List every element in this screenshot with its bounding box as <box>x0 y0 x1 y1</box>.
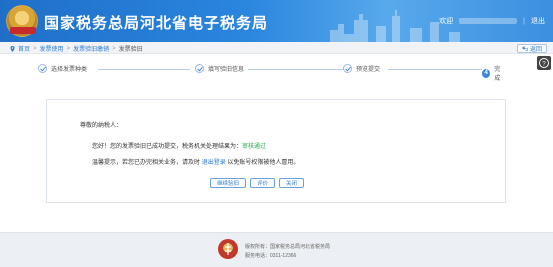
help-sidebar-button[interactable]: ? <box>537 56 551 70</box>
check-icon <box>38 64 47 73</box>
progress-steps: 选择发票种类 填写验旧信息 预览提交 4 完成 <box>38 64 508 82</box>
breadcrumb-current: 发票验旧 <box>118 47 143 53</box>
site-title: 国家税务总局河北省电子税务局 <box>44 14 269 32</box>
close-button[interactable]: 关闭 <box>279 178 305 188</box>
svg-text:?: ? <box>542 61 546 67</box>
result-card: 尊敬的纳税人： 您好！您的发票验旧已成功提交，税务机关处理结果为：审核通过 温馨… <box>46 99 506 203</box>
step-label: 选择发票种类 <box>51 67 88 73</box>
user-name-redacted <box>459 18 518 24</box>
step-connector <box>248 69 344 70</box>
reminder-suffix: 以免账号权限被他人冒用。 <box>227 160 300 166</box>
breadcrumb: 首页 > 发票使用 > 发票验旧缴销 > 发票验旧 <box>10 44 143 53</box>
continue-verify-button[interactable]: 继续验旧 <box>210 178 247 188</box>
footer-hotline: 服务电话：0311-12366 <box>245 253 297 259</box>
rate-button[interactable]: 评价 <box>250 178 276 188</box>
step-connector <box>388 69 484 70</box>
step-fill-info: 填写验旧信息 <box>195 64 248 73</box>
welcome-text: 欢迎 <box>439 18 454 25</box>
action-buttons: 继续验旧 评价 关闭 <box>210 178 305 188</box>
step-label: 填写验旧信息 <box>208 67 245 73</box>
back-arrow-icon <box>521 46 528 51</box>
breadcrumb-bar: 首页 > 发票使用 > 发票验旧缴销 > 发票验旧 返回 <box>0 42 553 54</box>
breadcrumb-invoice-verify-cancel[interactable]: 发票验旧缴销 <box>73 44 109 53</box>
step-label: 预览提交 <box>356 67 381 73</box>
step-select-invoice: 选择发票种类 <box>38 64 91 73</box>
step-number: 4 <box>482 68 491 78</box>
exit-login-link[interactable]: 退出登录 <box>202 160 226 166</box>
back-button[interactable]: 返回 <box>516 44 547 53</box>
divider: | <box>523 17 525 25</box>
footer-copyright: 版权所有：国家税务总局河北省税务局 <box>245 244 331 250</box>
status-badge: 审核通过 <box>242 144 267 150</box>
emblem-mark-icon <box>225 243 231 255</box>
step-complete: 4 完成 <box>482 64 508 82</box>
submit-result-message: 您好！您的发票验旧已成功提交，税务机关处理结果为：审核通过 <box>92 141 266 150</box>
result-message-text: 您好！您的发票验旧已成功提交，税务机关处理结果为： <box>92 144 243 150</box>
site-header: 国家税务总局河北省电子税务局 欢迎 | 退出 <box>0 0 553 42</box>
tax-emblem-footer-logo <box>218 239 238 259</box>
check-icon <box>195 64 204 73</box>
tax-emblem-logo[interactable] <box>6 5 38 37</box>
breadcrumb-home[interactable]: 首页 <box>18 44 30 53</box>
location-pin-icon <box>10 45 15 52</box>
step-connector <box>98 69 190 70</box>
back-label: 返回 <box>529 47 542 53</box>
breadcrumb-invoice-use[interactable]: 发票使用 <box>40 44 64 53</box>
reminder-text: 温馨提示，若您已办完相关业务，请及时 <box>92 160 201 166</box>
breadcrumb-separator: > <box>66 45 71 52</box>
check-icon <box>343 64 352 73</box>
step-preview-submit: 预览提交 <box>343 64 384 73</box>
logout-link[interactable]: 退出 <box>531 16 545 26</box>
greeting: 尊敬的纳税人： <box>80 123 123 129</box>
question-icon: ? <box>539 58 549 68</box>
step-label: 完成 <box>494 67 501 82</box>
reminder-message: 温馨提示，若您已办完相关业务，请及时 退出登录 以免账号权限被他人冒用。 <box>92 157 299 166</box>
breadcrumb-separator: > <box>112 45 116 52</box>
breadcrumb-separator: > <box>33 45 37 52</box>
user-area: 欢迎 | 退出 <box>439 16 545 26</box>
